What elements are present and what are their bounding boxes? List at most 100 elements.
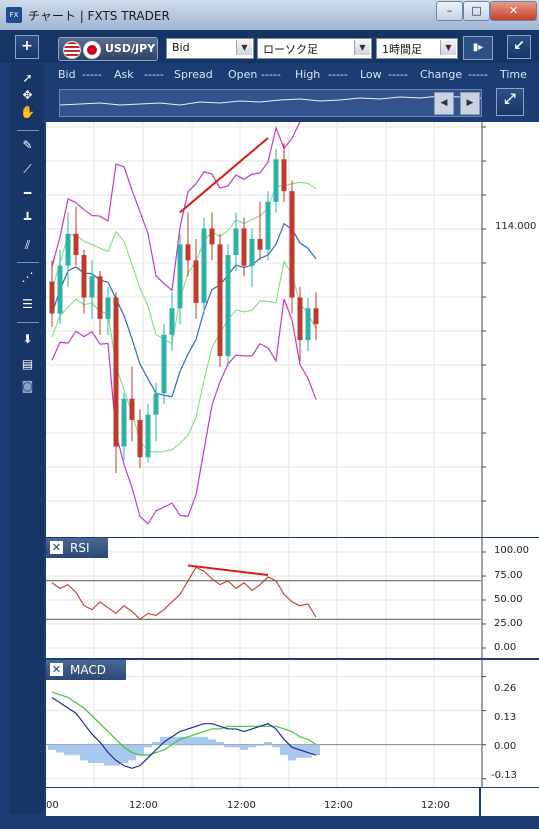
- chart-type-value: ローソク足: [263, 43, 318, 56]
- rsi-tab: ✕ RSI: [46, 538, 108, 558]
- fibonacci-icon[interactable]: ☰: [18, 295, 37, 314]
- macd-histogram-bar: [312, 744, 320, 756]
- horizontal-line-icon[interactable]: ━: [18, 184, 37, 203]
- panel-toggle-icon[interactable]: ▮▸: [463, 36, 493, 60]
- maximize-button[interactable]: □: [463, 1, 490, 21]
- time-label-4: 12:00: [421, 800, 450, 811]
- candle-body: [145, 414, 151, 458]
- candle-body: [65, 233, 71, 266]
- chart-navigator[interactable]: ◀ ▶: [59, 89, 482, 117]
- rsi-label-50: 50.00: [494, 594, 523, 605]
- list-icon[interactable]: ▤: [18, 355, 37, 374]
- timeframe-value: 1時間足: [382, 43, 422, 56]
- candle-body: [217, 244, 223, 357]
- macd-histogram-bar: [56, 744, 64, 753]
- macd-histogram-bar: [200, 736, 208, 745]
- chevron-down-icon: ▼: [440, 40, 456, 55]
- pencil-icon[interactable]: ✎: [18, 136, 37, 155]
- fan-icon[interactable]: ⋰: [18, 268, 37, 287]
- candle-body: [241, 228, 247, 266]
- trendline: [179, 137, 269, 214]
- candle-body: [281, 159, 287, 192]
- close-icon[interactable]: ✕: [50, 663, 63, 676]
- bid-value: -----: [82, 68, 102, 81]
- candle-body: [257, 239, 263, 250]
- macd-histogram-bar: [80, 744, 88, 761]
- rsi-label-75: 75.00: [494, 570, 523, 581]
- candle-body: [169, 308, 175, 335]
- macd-histogram-bar: [144, 744, 152, 748]
- candle-body: [73, 233, 79, 256]
- macd-histogram-bar: [152, 742, 160, 745]
- macd-tab: ✕ MACD: [46, 660, 126, 680]
- navigator-right-handle[interactable]: ▶: [460, 92, 480, 115]
- price-axis-label: 114.000: [495, 221, 537, 232]
- candle-body: [305, 308, 311, 341]
- rsi-panel[interactable]: ✕ RSI 100.00 75.00 50.00 25.00 0.00: [46, 538, 539, 658]
- time-label-3: 12:00: [324, 800, 353, 811]
- time-label-00: 00: [46, 800, 59, 811]
- macd-histogram-bar: [192, 736, 200, 745]
- candle-body: [209, 228, 215, 245]
- hand-pan-icon[interactable]: ✋: [18, 103, 37, 122]
- chevron-down-icon: ▼: [236, 40, 252, 55]
- macd-panel[interactable]: ✕ MACD 0.26 0.13 0.00 -0.13: [46, 660, 539, 787]
- symbol-selector[interactable]: USD/JPY: [58, 37, 158, 61]
- japan-flag-icon: [83, 41, 101, 59]
- candle-body: [233, 228, 239, 256]
- candle-body: [89, 276, 95, 298]
- low-label: Low: [360, 68, 382, 81]
- dock-button[interactable]: ↙: [507, 35, 531, 59]
- ask-label: Ask: [114, 68, 134, 81]
- candle-body: [177, 244, 183, 309]
- macd-histogram-bar: [216, 742, 224, 745]
- timeframe-select[interactable]: 1時間足 ▼: [376, 38, 458, 59]
- title-bar[interactable]: FX チャート | FXTS TRADER – □ ✕: [0, 0, 539, 31]
- price-chart: [46, 122, 486, 537]
- lower-outer-band: [51, 298, 317, 525]
- macd-histogram-bar: [136, 744, 144, 756]
- candle-body: [129, 398, 135, 420]
- candle-body: [121, 398, 127, 447]
- rsi-trendline: [187, 564, 269, 577]
- chart-type-select[interactable]: ローソク足 ▼: [257, 38, 372, 59]
- price-chart-panel[interactable]: 114.000: [46, 122, 539, 537]
- download-arrow-icon[interactable]: ⬇: [18, 330, 37, 349]
- channel-icon[interactable]: ⫽: [18, 236, 37, 255]
- time-label: Time: [500, 68, 527, 81]
- navigator-left-handle[interactable]: ◀: [434, 92, 454, 115]
- macd-label-000: 0.00: [494, 741, 517, 752]
- candle-body: [105, 297, 111, 319]
- macd-label-026: 0.26: [494, 683, 517, 694]
- candle-body: [193, 260, 199, 303]
- price-type-select[interactable]: Bid ▼: [166, 38, 254, 59]
- camera-icon[interactable]: ◙: [18, 377, 37, 396]
- change-label: Change: [420, 68, 463, 81]
- toolbar-separator: [17, 262, 39, 263]
- window-title: チャート | FXTS TRADER: [28, 9, 170, 23]
- macd-histogram-bar: [48, 744, 56, 750]
- macd-histogram-bar: [256, 744, 264, 746]
- candle-body: [297, 297, 303, 341]
- candle-body: [273, 159, 279, 202]
- minimize-button[interactable]: –: [436, 1, 463, 21]
- window-bottom-border: [0, 816, 539, 829]
- expand-icon[interactable]: ⤢: [496, 88, 524, 116]
- add-chart-button[interactable]: +: [15, 35, 39, 59]
- close-button[interactable]: ✕: [490, 1, 537, 21]
- candle-body: [201, 228, 207, 303]
- time-axis[interactable]: 00 12:00 12:00 12:00 12:00: [46, 788, 479, 816]
- rsi-label-0: 0.00: [494, 642, 517, 653]
- macd-label-013: 0.13: [494, 712, 517, 723]
- rsi-title: RSI: [70, 541, 90, 555]
- trendline-icon[interactable]: ⟋: [18, 160, 37, 179]
- macd-title: MACD: [70, 663, 106, 677]
- vertical-line-icon[interactable]: ┻: [18, 210, 37, 229]
- rsi-chart: [46, 538, 486, 658]
- macd-histogram-bar: [64, 744, 72, 756]
- rsi-line: [51, 566, 317, 620]
- navigator-line: [60, 95, 481, 106]
- time-label-1: 12:00: [129, 800, 158, 811]
- close-icon[interactable]: ✕: [50, 541, 63, 554]
- candle-body: [225, 255, 231, 357]
